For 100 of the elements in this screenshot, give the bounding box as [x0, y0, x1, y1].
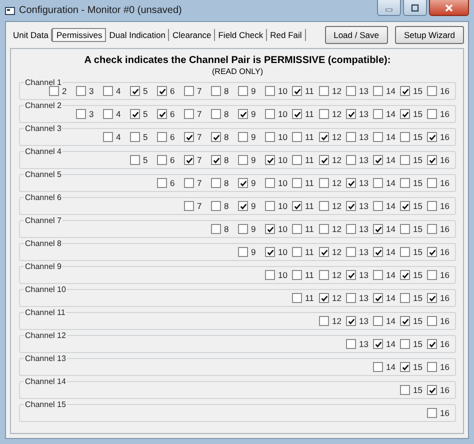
checkbox[interactable]	[400, 132, 410, 142]
checkbox[interactable]	[211, 155, 221, 165]
checkbox[interactable]	[427, 178, 437, 188]
checkbox[interactable]	[319, 178, 329, 188]
checkbox[interactable]	[400, 362, 410, 372]
checkbox[interactable]	[373, 86, 383, 96]
checkbox[interactable]	[265, 132, 275, 142]
checkbox[interactable]	[346, 178, 356, 188]
checkbox[interactable]	[346, 247, 356, 257]
checkbox[interactable]	[400, 109, 410, 119]
checkbox[interactable]	[319, 109, 329, 119]
checkbox[interactable]	[157, 109, 167, 119]
checkbox[interactable]	[319, 201, 329, 211]
checkbox[interactable]	[346, 201, 356, 211]
checkbox[interactable]	[346, 109, 356, 119]
checkbox[interactable]	[184, 86, 194, 96]
checkbox[interactable]	[238, 201, 248, 211]
checkbox[interactable]	[427, 316, 437, 326]
checkbox[interactable]	[400, 178, 410, 188]
checkbox[interactable]	[373, 201, 383, 211]
checkbox[interactable]	[211, 86, 221, 96]
checkbox[interactable]	[427, 201, 437, 211]
tab[interactable]: Permissives	[52, 28, 106, 42]
checkbox[interactable]	[373, 362, 383, 372]
checkbox[interactable]	[427, 270, 437, 280]
checkbox[interactable]	[373, 178, 383, 188]
checkbox[interactable]	[346, 224, 356, 234]
tab[interactable]: Dual Indication	[106, 29, 170, 41]
checkbox[interactable]	[427, 247, 437, 257]
checkbox[interactable]	[346, 293, 356, 303]
checkbox[interactable]	[265, 178, 275, 188]
checkbox[interactable]	[265, 270, 275, 280]
checkbox[interactable]	[292, 293, 302, 303]
checkbox[interactable]	[292, 247, 302, 257]
checkbox[interactable]	[319, 132, 329, 142]
checkbox[interactable]	[184, 109, 194, 119]
checkbox[interactable]	[400, 270, 410, 280]
checkbox[interactable]	[103, 109, 113, 119]
checkbox[interactable]	[319, 270, 329, 280]
tab[interactable]: Red Fail	[267, 29, 306, 41]
push-button[interactable]: Load / Save	[324, 26, 388, 44]
checkbox[interactable]	[238, 109, 248, 119]
checkbox[interactable]	[373, 270, 383, 280]
maximize-button[interactable]	[403, 0, 427, 16]
checkbox[interactable]	[400, 293, 410, 303]
checkbox[interactable]	[400, 201, 410, 211]
checkbox[interactable]	[157, 178, 167, 188]
checkbox[interactable]	[265, 86, 275, 96]
checkbox[interactable]	[400, 339, 410, 349]
checkbox[interactable]	[427, 132, 437, 142]
checkbox[interactable]	[265, 247, 275, 257]
checkbox[interactable]	[265, 224, 275, 234]
checkbox[interactable]	[238, 247, 248, 257]
checkbox[interactable]	[373, 132, 383, 142]
checkbox[interactable]	[49, 86, 59, 96]
checkbox[interactable]	[211, 178, 221, 188]
checkbox[interactable]	[157, 132, 167, 142]
checkbox[interactable]	[346, 270, 356, 280]
checkbox[interactable]	[319, 247, 329, 257]
checkbox[interactable]	[400, 385, 410, 395]
checkbox[interactable]	[76, 109, 86, 119]
checkbox[interactable]	[319, 155, 329, 165]
checkbox[interactable]	[427, 109, 437, 119]
checkbox[interactable]	[265, 155, 275, 165]
checkbox[interactable]	[238, 155, 248, 165]
checkbox[interactable]	[400, 155, 410, 165]
checkbox[interactable]	[427, 362, 437, 372]
close-button[interactable]	[429, 0, 469, 16]
checkbox[interactable]	[292, 155, 302, 165]
push-button[interactable]: Setup Wizard	[394, 26, 464, 44]
checkbox[interactable]	[211, 224, 221, 234]
checkbox[interactable]	[292, 109, 302, 119]
checkbox[interactable]	[157, 155, 167, 165]
checkbox[interactable]	[292, 86, 302, 96]
checkbox[interactable]	[427, 385, 437, 395]
checkbox[interactable]	[292, 132, 302, 142]
checkbox[interactable]	[346, 132, 356, 142]
checkbox[interactable]	[400, 316, 410, 326]
checkbox[interactable]	[319, 316, 329, 326]
checkbox[interactable]	[238, 178, 248, 188]
checkbox[interactable]	[427, 408, 437, 418]
checkbox[interactable]	[130, 109, 140, 119]
checkbox[interactable]	[427, 293, 437, 303]
checkbox[interactable]	[373, 316, 383, 326]
checkbox[interactable]	[211, 109, 221, 119]
checkbox[interactable]	[130, 155, 140, 165]
checkbox[interactable]	[103, 132, 113, 142]
checkbox[interactable]	[373, 155, 383, 165]
checkbox[interactable]	[238, 132, 248, 142]
tab[interactable]: Clearance	[169, 29, 216, 41]
checkbox[interactable]	[238, 224, 248, 234]
checkbox[interactable]	[319, 86, 329, 96]
checkbox[interactable]	[427, 339, 437, 349]
checkbox[interactable]	[211, 132, 221, 142]
checkbox[interactable]	[157, 86, 167, 96]
checkbox[interactable]	[211, 201, 221, 211]
checkbox[interactable]	[184, 132, 194, 142]
checkbox[interactable]	[346, 339, 356, 349]
checkbox[interactable]	[346, 86, 356, 96]
checkbox[interactable]	[292, 224, 302, 234]
